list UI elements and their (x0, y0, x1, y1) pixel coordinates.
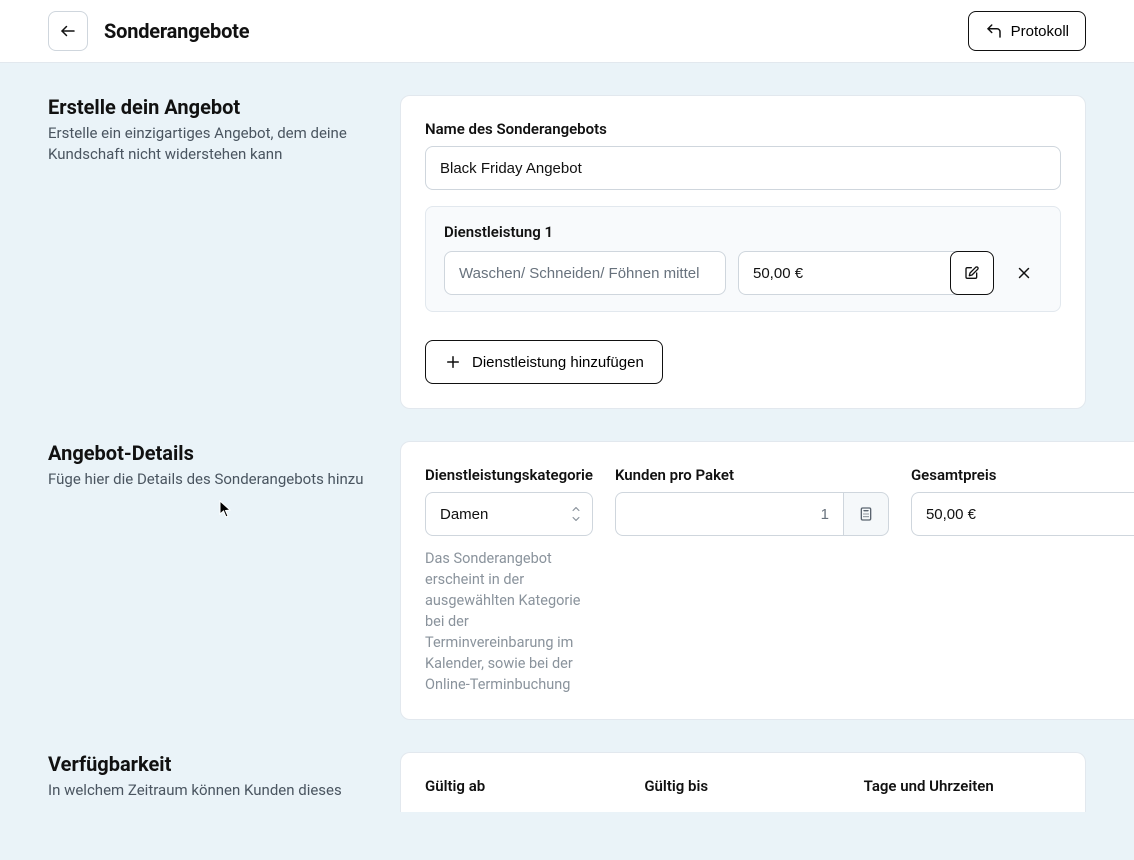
offer-name-label: Name des Sonderangebots (425, 120, 1061, 138)
service-block-title: Dienstleistung 1 (444, 223, 1042, 241)
service-block: Dienstleistung 1 (425, 206, 1061, 312)
reply-icon (985, 22, 1003, 40)
section-offer-details-side: Angebot-Details Füge hier die Details de… (48, 441, 368, 490)
calculator-icon (858, 506, 874, 522)
section-availability-side: Verfügbarkeit In welchem Zeitraum können… (48, 752, 368, 801)
section-heading: Erstelle dein Angebot (48, 95, 368, 119)
add-service-label: Dienstleistung hinzufügen (472, 354, 644, 371)
valid-to-label: Gültig bis (644, 777, 841, 795)
customers-label: Kunden pro Paket (615, 466, 889, 484)
edit-service-button[interactable] (950, 251, 994, 295)
days-times-label: Tage und Uhrzeiten (864, 777, 1061, 795)
availability-card: Gültig ab Gültig bis Tage und Uhrzeiten (400, 752, 1086, 812)
category-select[interactable] (425, 492, 593, 536)
remove-service-button[interactable] (1006, 251, 1042, 295)
protocol-button[interactable]: Protokoll (968, 11, 1086, 51)
customers-input[interactable] (615, 492, 843, 536)
total-price-input[interactable] (911, 492, 1134, 536)
close-icon (1015, 264, 1033, 282)
service-name-input[interactable] (444, 251, 726, 295)
category-helper: Das Sonderangebot erscheint in der ausge… (425, 548, 593, 695)
section-heading: Angebot-Details (48, 441, 368, 465)
valid-from-label: Gültig ab (425, 777, 622, 795)
offer-details-card: Dienstleistungskategorie Das Sonderangeb… (400, 441, 1134, 720)
edit-icon (964, 265, 980, 281)
arrow-left-icon (59, 22, 77, 40)
offer-name-input[interactable] (425, 146, 1061, 190)
plus-icon (444, 353, 462, 371)
page-title: Sonderangebote (104, 19, 249, 43)
section-heading: Verfügbarkeit (48, 752, 368, 776)
total-label: Gesamtpreis (911, 466, 1134, 484)
protocol-label: Protokoll (1011, 23, 1069, 40)
section-desc: Füge hier die Details des Sonderangebots… (48, 469, 368, 490)
create-offer-card: Name des Sonderangebots Dienstleistung 1 (400, 95, 1086, 409)
section-desc: In welchem Zeitraum können Kunden dieses (48, 780, 368, 801)
service-price-input[interactable] (738, 251, 966, 295)
section-desc: Erstelle ein einzigartiges Angebot, dem … (48, 123, 368, 165)
back-button[interactable] (48, 11, 88, 51)
add-service-button[interactable]: Dienstleistung hinzufügen (425, 340, 663, 384)
customers-calc-button[interactable] (843, 492, 889, 536)
section-create-offer-side: Erstelle dein Angebot Erstelle ein einzi… (48, 95, 368, 165)
category-label: Dienstleistungskategorie (425, 466, 593, 484)
